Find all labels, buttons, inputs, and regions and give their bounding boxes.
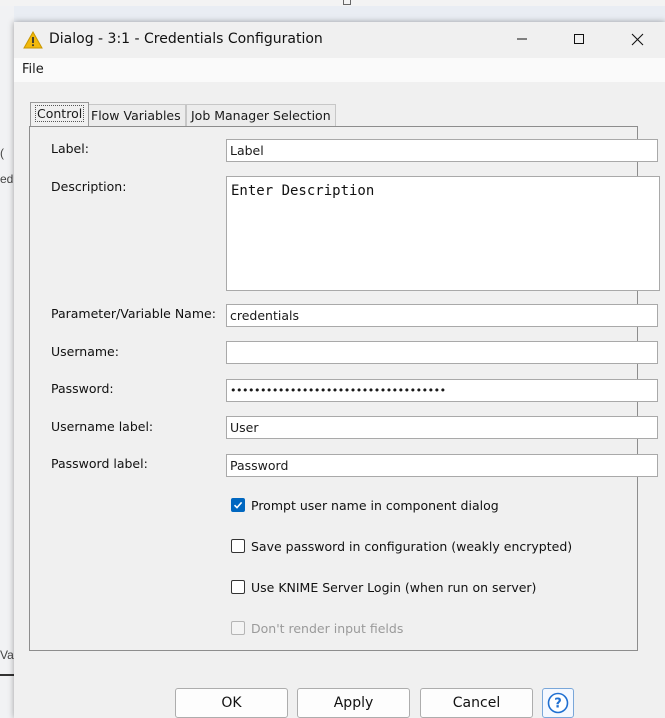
background-window-marker [343,0,351,5]
checkbox-box[interactable] [231,498,245,512]
checkbox-label: Don't render input fields [251,620,404,636]
help-button[interactable]: ? [542,688,574,718]
checkbox-box[interactable] [231,539,245,553]
background-glyph: ed [0,172,14,186]
cancel-button[interactable]: Cancel [420,688,533,718]
ok-button[interactable]: OK [175,688,288,718]
password-label-field-label: Password label: [51,456,148,471]
title-bar[interactable]: Dialog - 3:1 - Credentials Configuration [14,22,665,58]
maximize-button[interactable] [551,22,607,56]
label-field-label: Label: [51,141,89,156]
background-window-edge: ( ed Va [0,6,14,718]
close-button[interactable] [609,22,665,56]
checkbox-box [231,621,245,635]
control-panel: Label: Label Description: Enter Descript… [29,126,660,651]
background-bar [0,674,14,676]
window-title: Dialog - 3:1 - Credentials Configuration [49,31,323,47]
minimize-icon [517,38,527,40]
checkbox-label: Use KNIME Server Login (when run on serv… [251,579,537,595]
svg-text:?: ? [554,697,562,712]
username-input[interactable] [226,341,658,364]
checkbox-box[interactable] [231,580,245,594]
tab-label: Control [35,105,85,122]
warning-triangle-icon [23,31,43,49]
checkbox-label: Prompt user name in component dialog [251,497,499,513]
parameter-name-field-label: Parameter/Variable Name: [51,306,216,321]
dont-render-checkbox: Don't render input fields [231,619,403,637]
password-field-label: Password: [51,381,114,396]
tab-control[interactable]: Control [30,102,90,126]
minimize-button[interactable] [494,22,550,56]
description-field-label: Description: [51,179,127,194]
save-password-checkbox[interactable]: Save password in configuration (weakly e… [231,537,572,555]
server-login-checkbox[interactable]: Use KNIME Server Login (when run on serv… [231,578,536,596]
tab-flow-variables[interactable]: Flow Variables [86,104,186,126]
menu-file[interactable]: File [22,62,44,77]
password-input[interactable]: •••••••••••••••••••••••••••••••••••• [226,379,658,402]
label-input[interactable]: Label [226,139,658,162]
prompt-username-checkbox[interactable]: Prompt user name in component dialog [231,496,499,514]
menu-bar: File [14,58,665,82]
parameter-name-input[interactable]: credentials [226,304,658,327]
maximize-icon [574,34,584,44]
username-label-input[interactable]: User [226,416,658,439]
description-textarea[interactable]: Enter Description [226,176,660,291]
background-glyph: ( [0,146,4,160]
username-field-label: Username: [51,344,119,359]
background-window-strip [0,0,665,6]
check-icon [233,501,243,509]
password-label-input[interactable]: Password [226,454,658,477]
apply-button[interactable]: Apply [297,688,410,718]
username-label-field-label: Username label: [51,419,154,434]
tab-job-manager-selection[interactable]: Job Manager Selection [186,104,336,126]
help-icon: ? [547,692,569,714]
credentials-dialog: Dialog - 3:1 - Credentials Configuration… [14,22,665,718]
background-glyph: Va [0,648,14,662]
close-icon [631,33,643,45]
checkbox-label: Save password in configuration (weakly e… [251,538,573,554]
